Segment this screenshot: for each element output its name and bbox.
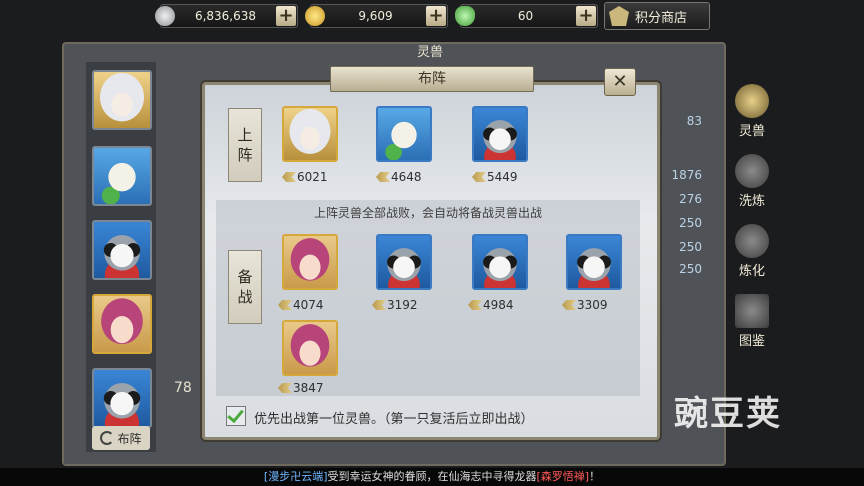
priority-checkbox[interactable] <box>226 406 246 426</box>
watermark-logo: 豌豆荚 <box>674 394 782 434</box>
formation-dialog-title: 布阵 <box>330 66 534 92</box>
active-slot-1[interactable] <box>282 106 338 162</box>
reserve-slot-2[interactable] <box>376 234 432 290</box>
power-icon <box>278 383 292 393</box>
power-icon <box>472 172 486 182</box>
power-number: 3309 <box>577 298 608 312</box>
stat-value: 276 <box>679 192 702 206</box>
reserve-tag-char: 战 <box>237 288 253 306</box>
system-announcement: [漫步卍云端]受到幸运女神的眷顾，在仙海志中寻得龙器[森罗悟禅]！ <box>0 468 864 486</box>
power-icon <box>282 172 296 182</box>
points-shop-button[interactable]: 积分商店 <box>604 2 710 30</box>
add-jade-button[interactable]: + <box>576 6 596 26</box>
beast-list-item[interactable] <box>92 146 152 206</box>
dragon-head-icon <box>735 84 769 118</box>
power-value: 3309 <box>562 298 608 312</box>
tab-refine[interactable]: 洗炼 <box>726 154 778 209</box>
tab-smelt[interactable]: 炼化 <box>726 224 778 279</box>
jade-ingot-icon <box>455 6 475 26</box>
close-button[interactable]: ✕ <box>604 68 636 96</box>
beast-list-item[interactable] <box>92 294 152 354</box>
tab-label: 炼化 <box>738 264 765 279</box>
power-icon <box>278 300 292 310</box>
power-number: 4648 <box>391 170 422 184</box>
power-value: 4074 <box>278 298 324 312</box>
reserve-note: 上阵灵兽全部战败，会自动将备战灵兽出战 <box>313 206 542 220</box>
stat-value: 250 <box>679 262 702 276</box>
power-icon <box>376 172 390 182</box>
tab-label: 灵兽 <box>738 124 765 139</box>
reserve-slot-1[interactable] <box>282 234 338 290</box>
announcement-item: [森罗悟禅] <box>536 470 590 483</box>
beast-list-item[interactable] <box>92 368 152 428</box>
add-gold-button[interactable]: + <box>426 6 446 26</box>
active-slot-2[interactable] <box>376 106 432 162</box>
side-tabs: 灵兽 洗炼 炼化 图鉴 <box>726 78 782 378</box>
reserve-slot-4[interactable] <box>566 234 622 290</box>
power-value: 3192 <box>372 298 418 312</box>
book-icon <box>735 294 769 328</box>
power-number: 3847 <box>293 382 324 394</box>
power-value: 6021 <box>282 170 328 184</box>
cauldron-icon <box>735 154 769 188</box>
points-shop-label: 积分商店 <box>635 10 688 26</box>
announcement-player: [漫步卍云端] <box>263 470 328 483</box>
reserve-slot-3[interactable] <box>472 234 528 290</box>
active-tag-char: 阵 <box>237 146 253 164</box>
power-icon <box>372 300 386 310</box>
stat-value: 1876 <box>671 168 702 182</box>
active-tag-char: 上 <box>237 126 253 144</box>
power-icon <box>468 300 482 310</box>
formation-button[interactable]: 布阵 <box>92 426 150 450</box>
power-value: 5449 <box>472 170 518 184</box>
gold-coin-icon <box>305 6 325 26</box>
active-slot-3[interactable] <box>472 106 528 162</box>
power-value: 4984 <box>468 298 514 312</box>
tab-codex[interactable]: 图鉴 <box>726 294 778 349</box>
power-number: 4984 <box>483 298 514 312</box>
add-silver-button[interactable]: + <box>276 6 296 26</box>
beast-list-item[interactable] <box>92 70 152 130</box>
power-number: 4074 <box>293 298 324 312</box>
reserve-section-tag: 备 战 <box>228 250 262 324</box>
beast-list <box>86 62 156 452</box>
reserve-slot-5[interactable] <box>282 320 338 376</box>
gold-currency: 9,609 + <box>305 4 448 28</box>
power-number: 5449 <box>487 170 518 184</box>
active-section-tag: 上 阵 <box>228 108 262 182</box>
stat-value: 250 <box>679 216 702 230</box>
tab-spirit-beast[interactable]: 灵兽 <box>726 84 778 139</box>
jade-amount: 60 <box>517 9 534 23</box>
announcement-end: ！ <box>589 470 601 483</box>
stat-value: 250 <box>679 240 702 254</box>
power-number: 3192 <box>387 298 418 312</box>
silver-coin-icon <box>155 6 175 26</box>
tab-label: 洗炼 <box>738 194 765 209</box>
reserve-tag-char: 备 <box>237 268 253 286</box>
silver-amount: 6,836,638 <box>194 9 257 23</box>
stat-value: 83 <box>686 114 702 128</box>
power-value: 4648 <box>376 170 422 184</box>
formation-button-label: 布阵 <box>117 431 142 446</box>
refresh-icon <box>100 431 115 445</box>
tab-label: 图鉴 <box>738 334 765 349</box>
shop-badge-icon <box>609 6 629 26</box>
power-icon <box>562 300 576 310</box>
flame-icon <box>735 224 769 258</box>
spirit-beast-panel-title: 灵兽 <box>416 45 443 60</box>
beast-level-number: 78 <box>174 380 192 396</box>
power-value: 3847 <box>278 382 324 394</box>
jade-currency: 60 + <box>455 4 598 28</box>
beast-list-item[interactable] <box>92 220 152 280</box>
priority-checkbox-label: 优先出战第一位灵兽。（第一只复活后立即出战） <box>254 412 534 427</box>
silver-currency: 6,836,638 + <box>155 4 298 28</box>
power-number: 6021 <box>297 170 328 184</box>
gold-amount: 9,609 <box>358 9 393 23</box>
announcement-text: 受到幸运女神的眷顾，在仙海志中寻得龙器 <box>327 470 537 483</box>
